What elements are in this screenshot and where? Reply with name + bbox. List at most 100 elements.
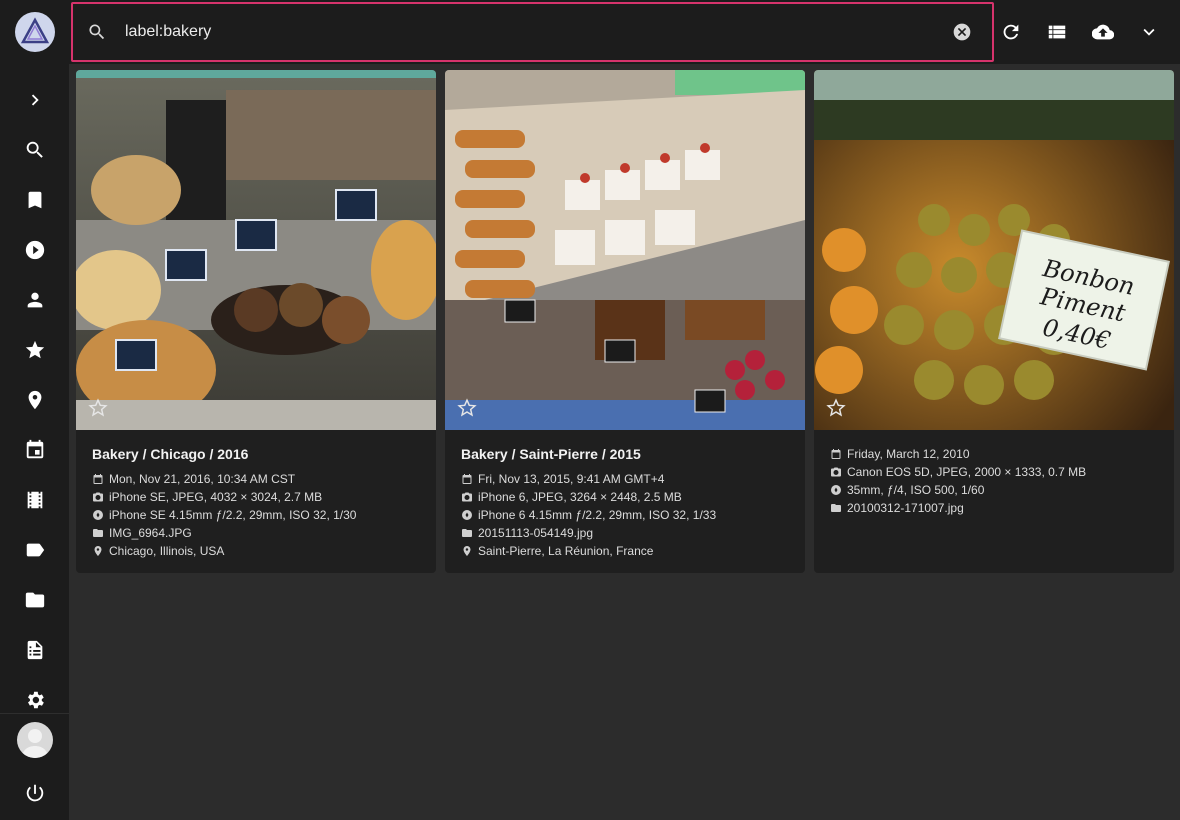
folder-icon — [831, 504, 841, 512]
location-text[interactable]: Saint-Pierre, La Réunion, France — [478, 544, 653, 558]
file-text: 20151113-054149.jpg — [478, 526, 593, 540]
library-icon — [27, 640, 42, 660]
favorite-star-icon[interactable] — [456, 397, 478, 419]
photo-card[interactable]: Bonbon Piment 0,40€ Friday, March 12, 20… — [814, 70, 1174, 573]
photo-thumbnail[interactable] — [445, 70, 805, 430]
file-text: IMG_6964.JPG — [109, 526, 192, 540]
date-text: Fri, Nov 13, 2015, 9:41 AM GMT+4 — [478, 472, 665, 486]
sidebar-item-moments[interactable] — [0, 475, 69, 525]
bakery-photo-bonbon: Bonbon Piment 0,40€ — [814, 70, 1174, 430]
camera-text: Canon EOS 5D, JPEG, 2000 × 1333, 0.7 MB — [847, 465, 1087, 479]
photo-thumbnail[interactable]: Bonbon Piment 0,40€ — [814, 70, 1174, 430]
sidebar-item-library[interactable] — [0, 625, 69, 675]
calendar-icon — [831, 449, 841, 459]
aperture-icon — [462, 510, 472, 520]
meta-camera: iPhone 6, JPEG, 3264 × 2448, 2.5 MB — [461, 490, 682, 504]
meta-camera: Canon EOS 5D, JPEG, 2000 × 1333, 0.7 MB — [830, 465, 1086, 479]
meta-file: 20100312-171007.jpg — [830, 501, 964, 515]
logout-button[interactable] — [0, 768, 69, 818]
search-icon — [26, 141, 43, 158]
meta-file: 20151113-054149.jpg — [461, 526, 593, 540]
search-icon — [89, 24, 105, 40]
search-field[interactable]: label:bakery — [71, 2, 994, 62]
camera-text: iPhone 6, JPEG, 3264 × 2448, 2.5 MB — [478, 490, 682, 504]
sidebar-item-calendar[interactable] — [0, 425, 69, 475]
location-text[interactable]: Chicago, Illinois, USA — [109, 544, 224, 558]
chevron-right-icon — [31, 94, 39, 106]
aperture-icon — [93, 510, 103, 520]
sidebar-divider — [0, 713, 69, 714]
sidebar-item-people[interactable] — [0, 275, 69, 325]
photo-card[interactable]: Bakery / Chicago / 2016 Mon, Nov 21, 201… — [76, 70, 436, 573]
camera-text: iPhone SE, JPEG, 4032 × 3024, 2.7 MB — [109, 490, 323, 504]
sidebar-item-search[interactable] — [0, 125, 69, 175]
date-text: Friday, March 12, 2010 — [847, 447, 970, 461]
meta-lens: 35mm, ƒ/4, ISO 500, 1/60 — [830, 483, 984, 497]
place-icon — [463, 546, 471, 556]
camera-icon — [462, 492, 472, 502]
bookmark-icon — [28, 191, 41, 209]
meta-camera: iPhone SE, JPEG, 4032 × 3024, 2.7 MB — [92, 490, 322, 504]
folder-icon — [25, 592, 44, 608]
sidebar-item-labels[interactable] — [0, 525, 69, 575]
favorite-star-icon[interactable] — [825, 397, 847, 419]
place-icon — [94, 546, 102, 556]
toolbar: label:bakery — [69, 0, 1180, 64]
meta-date: Fri, Nov 13, 2015, 9:41 AM GMT+4 — [461, 472, 664, 486]
sidebar-item-folders[interactable] — [0, 575, 69, 625]
meta-file: IMG_6964.JPG — [92, 526, 192, 540]
sidebar-nav — [0, 75, 69, 725]
power-icon — [26, 784, 43, 802]
settings-icon — [27, 691, 44, 709]
label-icon — [26, 543, 44, 557]
sidebar-item-places[interactable] — [0, 375, 69, 425]
meta-location[interactable]: Chicago, Illinois, USA — [92, 544, 224, 558]
refresh-icon — [1003, 24, 1019, 40]
bakery-photo-saint-pierre — [445, 70, 805, 430]
file-text: 20100312-171007.jpg — [847, 501, 964, 515]
card-title[interactable]: Bakery / Chicago / 2016 — [92, 446, 248, 462]
meta-location[interactable]: Saint-Pierre, La Réunion, France — [461, 544, 653, 558]
folder-icon — [462, 529, 472, 537]
place-icon — [28, 390, 41, 410]
refresh-button[interactable] — [995, 16, 1027, 48]
meta-date: Friday, March 12, 2010 — [830, 447, 970, 461]
film-icon — [27, 491, 42, 509]
chevron-down-icon — [1143, 28, 1155, 36]
calendar-icon — [26, 439, 43, 459]
logo-icon — [14, 12, 55, 52]
sidebar-item-expand[interactable] — [0, 75, 69, 125]
calendar-icon — [93, 474, 103, 484]
aperture-icon — [831, 485, 841, 495]
date-text: Mon, Nov 21, 2016, 10:34 AM CST — [109, 472, 296, 486]
lens-text: 35mm, ƒ/4, ISO 500, 1/60 — [847, 483, 985, 497]
sidebar — [0, 0, 69, 820]
lens-text: iPhone SE 4.15mm ƒ/2.2, 29mm, ISO 32, 1/… — [109, 508, 357, 522]
photo-thumbnail[interactable] — [76, 70, 436, 430]
sidebar-item-albums[interactable] — [0, 175, 69, 225]
bakery-photo-chicago — [76, 70, 436, 430]
upload-icon — [1092, 24, 1114, 40]
sidebar-item-settings[interactable] — [0, 675, 69, 725]
app-logo[interactable] — [0, 0, 69, 64]
meta-lens: iPhone SE 4.15mm ƒ/2.2, 29mm, ISO 32, 1/… — [92, 508, 356, 522]
favorite-star-icon[interactable] — [87, 397, 109, 419]
search-input[interactable]: label:bakery — [125, 23, 952, 41]
photo-card[interactable]: Bakery / Saint-Pierre / 2015 Fri, Nov 13… — [445, 70, 805, 573]
lens-text: iPhone 6 4.15mm ƒ/2.2, 29mm, ISO 32, 1/3… — [478, 508, 717, 522]
meta-lens: iPhone 6 4.15mm ƒ/2.2, 29mm, ISO 32, 1/3… — [461, 508, 716, 522]
folder-icon — [93, 529, 103, 537]
person-icon — [27, 292, 42, 308]
more-menu-button[interactable] — [1133, 16, 1165, 48]
upload-button[interactable] — [1087, 16, 1119, 48]
clear-icon[interactable] — [952, 22, 972, 42]
view-list-icon — [1048, 25, 1066, 39]
avatar[interactable] — [17, 722, 53, 758]
camera-icon — [93, 492, 103, 502]
view-toggle-button[interactable] — [1041, 16, 1073, 48]
camera-icon — [831, 467, 841, 477]
meta-date: Mon, Nov 21, 2016, 10:34 AM CST — [92, 472, 295, 486]
card-title[interactable]: Bakery / Saint-Pierre / 2015 — [461, 446, 641, 462]
sidebar-item-favorites[interactable] — [0, 325, 69, 375]
sidebar-item-videos[interactable] — [0, 225, 69, 275]
